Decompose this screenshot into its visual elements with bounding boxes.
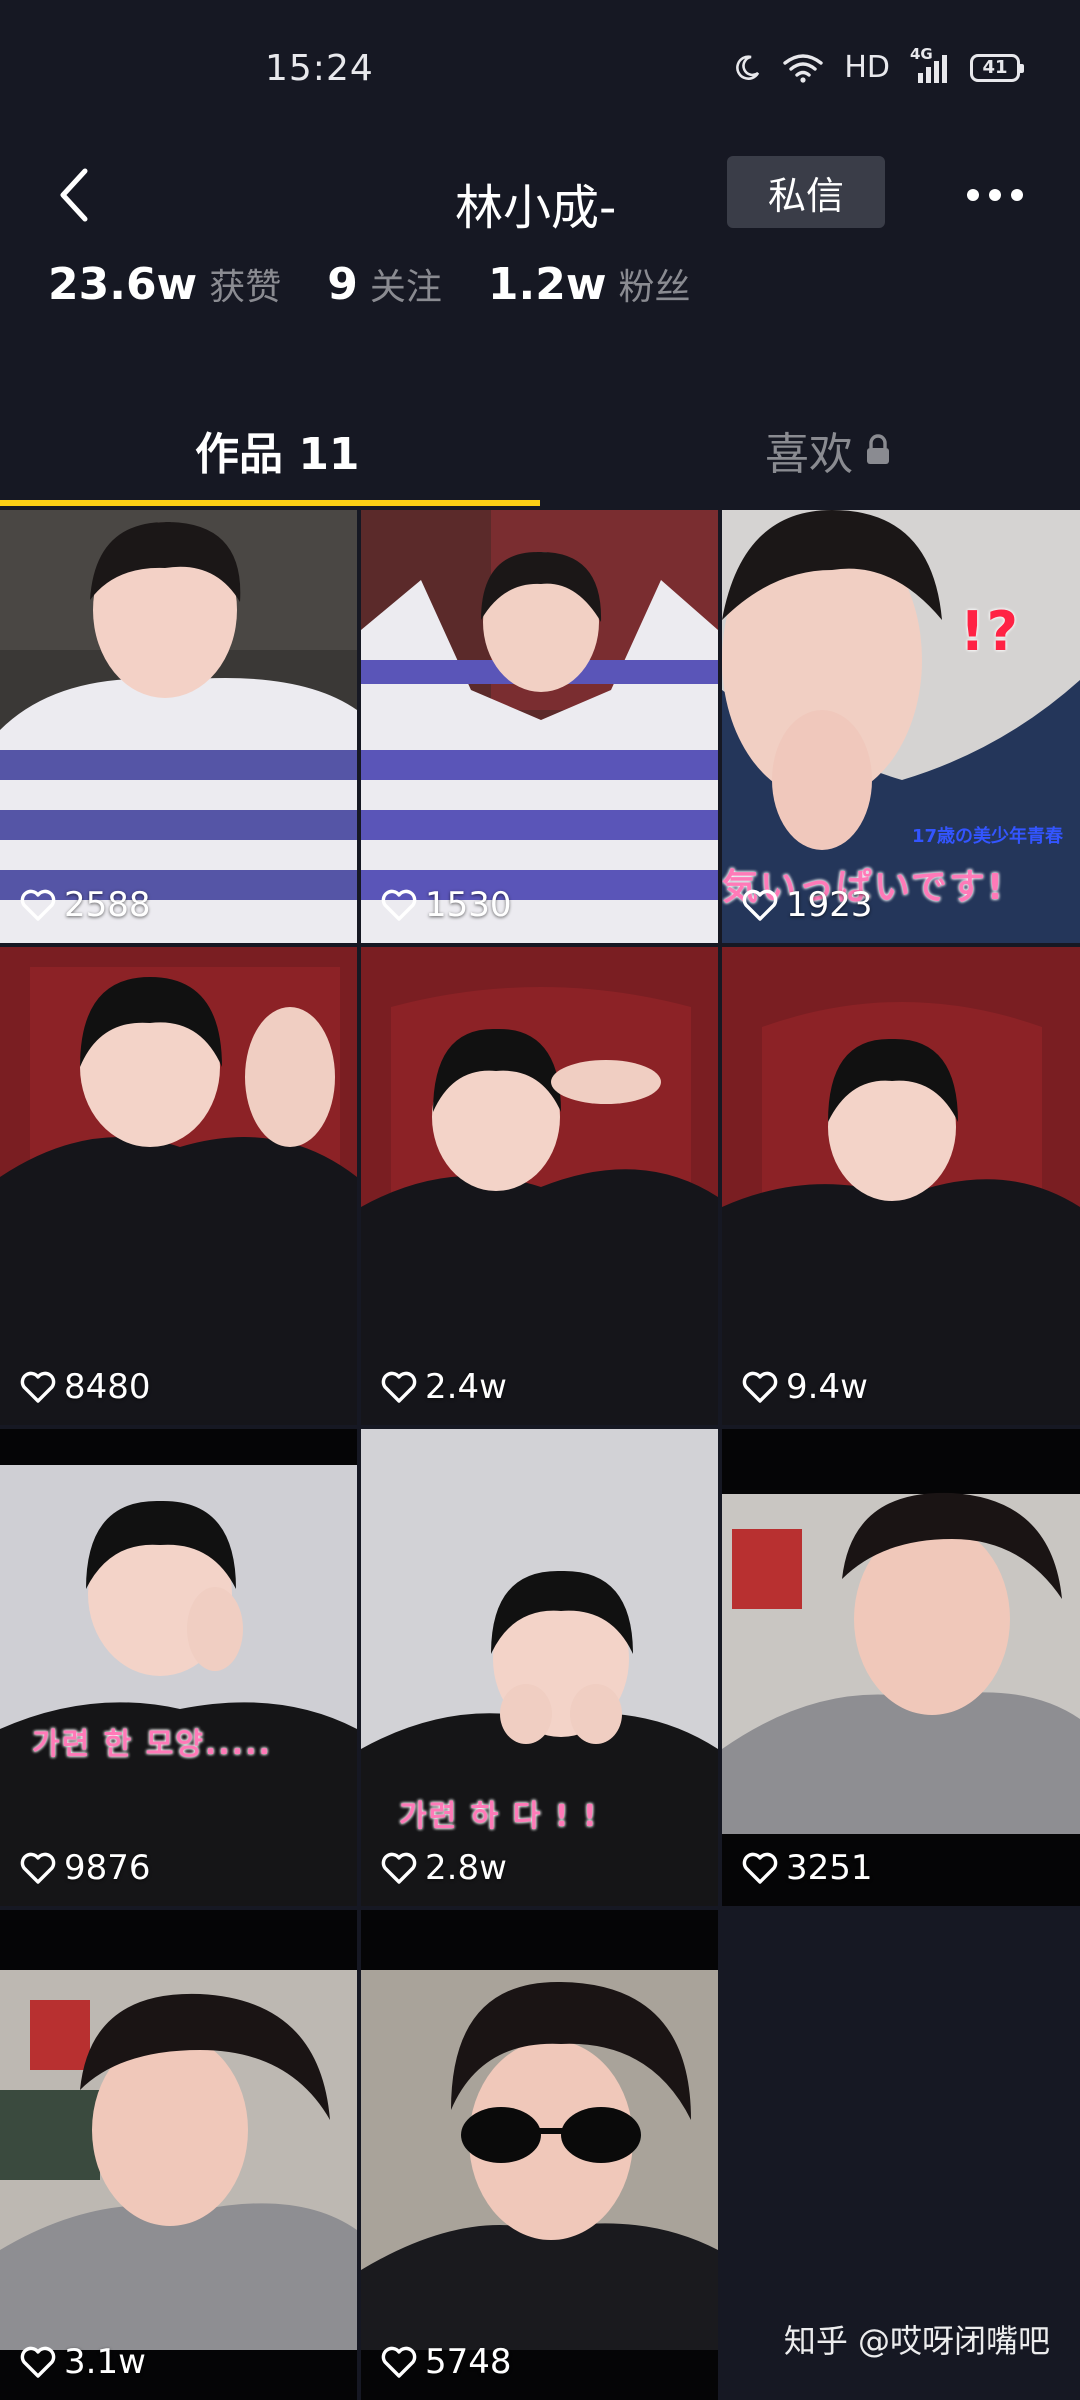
thumbnail-image <box>361 510 718 943</box>
heart-outline-icon <box>742 1371 778 1403</box>
like-count-value: 3.1w <box>64 2342 146 2382</box>
more-dot-icon <box>989 189 1001 201</box>
video-thumbnail[interactable]: 3251 <box>722 1429 1080 1906</box>
thumbnail-image <box>0 947 357 1425</box>
stat-following[interactable]: 9 关注 <box>327 258 442 310</box>
more-dot-icon <box>967 189 979 201</box>
tab-works[interactable]: 作品 11 <box>195 418 360 482</box>
like-count-value: 2.8w <box>425 1848 507 1888</box>
thumbnail-image <box>722 1429 1080 1906</box>
video-caption: !? <box>960 600 1020 663</box>
cell-signal: 4G <box>910 45 950 85</box>
thumbnail-image <box>722 947 1080 1425</box>
tab-likes[interactable]: 喜欢 <box>765 418 891 482</box>
like-count: 5748 <box>381 2342 512 2382</box>
chevron-left-icon <box>60 168 88 222</box>
like-count: 2.4w <box>381 1367 507 1407</box>
like-count-value: 1923 <box>786 885 873 925</box>
video-thumbnail[interactable]: 5748 <box>361 1910 718 2400</box>
more-options-button[interactable] <box>955 165 1035 225</box>
video-caption: 17歳の美少年青春 <box>912 826 1064 847</box>
video-thumbnail[interactable]: 1530 <box>361 510 718 943</box>
like-count-value: 9.4w <box>786 1367 868 1407</box>
active-tab-indicator <box>0 500 540 506</box>
video-thumbnail[interactable]: 3.1w <box>0 1910 357 2400</box>
status-bar: 15:24 HD 4G 41 <box>0 0 1080 140</box>
stat-value: 23.6w <box>48 259 198 310</box>
video-thumbnail[interactable]: 가련 하 다 ! ! 2.8w <box>361 1429 718 1906</box>
stat-followers[interactable]: 1.2w 粉丝 <box>488 258 691 310</box>
like-count: 9.4w <box>742 1367 868 1407</box>
stat-label: 获赞 <box>209 267 282 308</box>
watermark: 知乎 @哎呀闭嘴吧 <box>783 2322 1050 2360</box>
profile-screen: 15:24 HD 4G 41 林小成- 私信 23.6w 获赞 9 关注 1.2… <box>0 0 1080 2400</box>
like-count: 3.1w <box>20 2342 146 2382</box>
video-caption: 가련 한 모양..... <box>32 1727 272 1762</box>
profile-header: 林小成- 私信 <box>0 140 1080 250</box>
video-thumbnail[interactable]: 8480 <box>0 947 357 1425</box>
heart-outline-icon <box>381 889 417 921</box>
stat-label: 粉丝 <box>618 267 691 308</box>
video-thumbnail[interactable]: !? 17歳の美少年青春 気いっぱいです! 1923 <box>722 510 1080 943</box>
battery-icon: 41 <box>970 53 1024 82</box>
like-count-value: 3251 <box>786 1848 873 1888</box>
direct-message-button[interactable]: 私信 <box>727 156 885 228</box>
thumbnail-image <box>0 510 357 943</box>
lock-icon <box>867 434 889 464</box>
heart-outline-icon <box>20 1852 56 1884</box>
tab-label: 喜欢 <box>765 429 853 480</box>
thumbnail-image <box>361 1910 718 2400</box>
heart-outline-icon <box>381 1852 417 1884</box>
video-thumbnail[interactable]: 9.4w <box>722 947 1080 1425</box>
more-dot-icon <box>1011 189 1023 201</box>
page-title: 林小成- <box>455 180 617 236</box>
like-count-value: 1530 <box>425 885 512 925</box>
stat-value: 9 <box>327 259 358 310</box>
video-caption: 가련 하 다 ! ! <box>399 1799 599 1834</box>
back-button[interactable] <box>40 160 110 230</box>
like-count: 9876 <box>20 1848 151 1888</box>
heart-outline-icon <box>742 889 778 921</box>
heart-outline-icon <box>20 2346 56 2378</box>
like-count: 1923 <box>742 885 873 925</box>
like-count: 3251 <box>742 1848 873 1888</box>
like-count-value: 5748 <box>425 2342 512 2382</box>
heart-outline-icon <box>20 1371 56 1403</box>
network-hd-label: HD <box>844 50 890 85</box>
status-time: 15:24 <box>265 48 374 89</box>
tab-label: 作品 11 <box>195 429 360 480</box>
like-count-value: 2588 <box>64 885 151 925</box>
thumbnail-image <box>0 1429 357 1906</box>
video-thumbnail[interactable]: 가련 한 모양..... 9876 <box>0 1429 357 1906</box>
heart-outline-icon <box>381 2346 417 2378</box>
heart-outline-icon <box>20 889 56 921</box>
profile-tabs: 作品 11 喜欢 <box>0 400 1080 510</box>
heart-outline-icon <box>381 1371 417 1403</box>
stat-label: 关注 <box>369 267 442 308</box>
moon-icon <box>736 54 760 80</box>
like-count: 8480 <box>20 1367 151 1407</box>
like-count: 2.8w <box>381 1848 507 1888</box>
video-thumbnail[interactable]: 2588 <box>0 510 357 943</box>
like-count-value: 8480 <box>64 1367 151 1407</box>
stat-likes-received[interactable]: 23.6w 获赞 <box>48 258 281 310</box>
thumbnail-image <box>0 1910 357 2400</box>
stat-value: 1.2w <box>487 259 607 310</box>
heart-outline-icon <box>742 1852 778 1884</box>
battery-level: 41 <box>982 57 1008 78</box>
wifi-icon <box>783 53 824 83</box>
status-icons: HD 4G 41 <box>732 45 1024 85</box>
like-count: 1530 <box>381 885 512 925</box>
thumbnail-image <box>361 947 718 1425</box>
signal-bars-icon <box>918 54 947 83</box>
like-count-value: 2.4w <box>425 1367 507 1407</box>
like-count: 2588 <box>20 885 151 925</box>
video-thumbnail[interactable]: 2.4w <box>361 947 718 1425</box>
like-count-value: 9876 <box>64 1848 151 1888</box>
profile-stats: 23.6w 获赞 9 关注 1.2w 粉丝 <box>48 258 736 310</box>
